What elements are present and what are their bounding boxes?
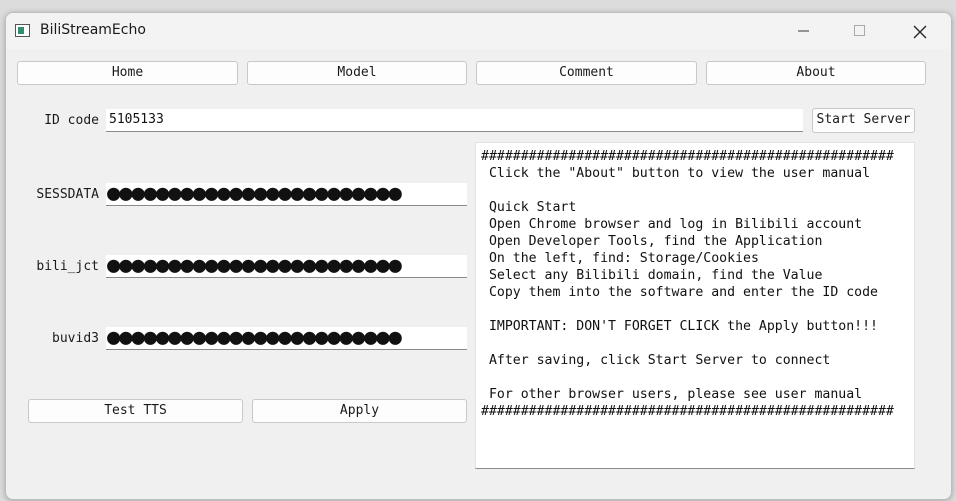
- instructions-line: Select any Bilibili domain, find the Val…: [481, 268, 823, 283]
- sessdata-input[interactable]: ●●●●●●●●●●●●●●●●●●●●●●●●: [106, 183, 467, 206]
- instructions-line: [481, 335, 914, 352]
- instructions-line: [481, 369, 914, 386]
- app-icon: [15, 24, 30, 37]
- instructions-line: IMPORTANT: DON'T FORGET CLICK the Apply …: [481, 319, 878, 334]
- instructions-line: Open Chrome browser and log in Bilibili …: [481, 217, 863, 232]
- instructions-line: Copy them into the software and enter th…: [481, 285, 878, 300]
- nav-comment-button[interactable]: Comment: [476, 61, 697, 85]
- maximize-button[interactable]: [837, 13, 883, 49]
- sessdata-label: SESSDATA: [36, 187, 99, 202]
- instructions-line: [481, 301, 914, 318]
- instructions-line: Open Developer Tools, find the Applicati…: [481, 234, 823, 249]
- minimize-button[interactable]: [781, 13, 827, 49]
- instructions-line: [481, 182, 914, 199]
- window-title: BiliStreamEcho: [40, 22, 146, 38]
- close-icon: [913, 25, 927, 39]
- apply-button[interactable]: Apply: [252, 399, 467, 423]
- nav-home-button[interactable]: Home: [17, 61, 238, 85]
- instructions-line: ########################################…: [481, 149, 894, 164]
- buvid3-input[interactable]: ●●●●●●●●●●●●●●●●●●●●●●●●: [106, 327, 467, 350]
- instructions-line: After saving, click Start Server to conn…: [481, 353, 831, 368]
- instructions-line: On the left, find: Storage/Cookies: [481, 251, 759, 266]
- nav-about-button[interactable]: About: [706, 61, 926, 85]
- instructions-panel[interactable]: ########################################…: [475, 142, 915, 469]
- bili-jct-input[interactable]: ●●●●●●●●●●●●●●●●●●●●●●●●: [106, 255, 467, 278]
- title-bar: BiliStreamEcho: [6, 13, 951, 49]
- instructions-line: ########################################…: [481, 404, 894, 419]
- start-server-button[interactable]: Start Server: [812, 108, 915, 133]
- buvid3-label: buvid3: [52, 331, 99, 346]
- test-tts-button[interactable]: Test TTS: [28, 399, 243, 423]
- instructions-line: For other browser users, please see user…: [481, 387, 863, 402]
- bili-jct-label: bili_jct: [36, 259, 99, 274]
- id-code-input[interactable]: 5105133: [106, 109, 803, 132]
- instructions-line: Click the "About" button to view the use…: [481, 166, 871, 181]
- minimize-icon: [798, 30, 809, 32]
- id-code-label: ID code: [44, 113, 99, 128]
- instructions-line: Quick Start: [481, 200, 577, 215]
- maximize-icon: [854, 25, 865, 36]
- close-button[interactable]: [896, 13, 942, 49]
- nav-model-button[interactable]: Model: [247, 61, 467, 85]
- app-window: BiliStreamEcho Home Model Comment About …: [5, 12, 952, 500]
